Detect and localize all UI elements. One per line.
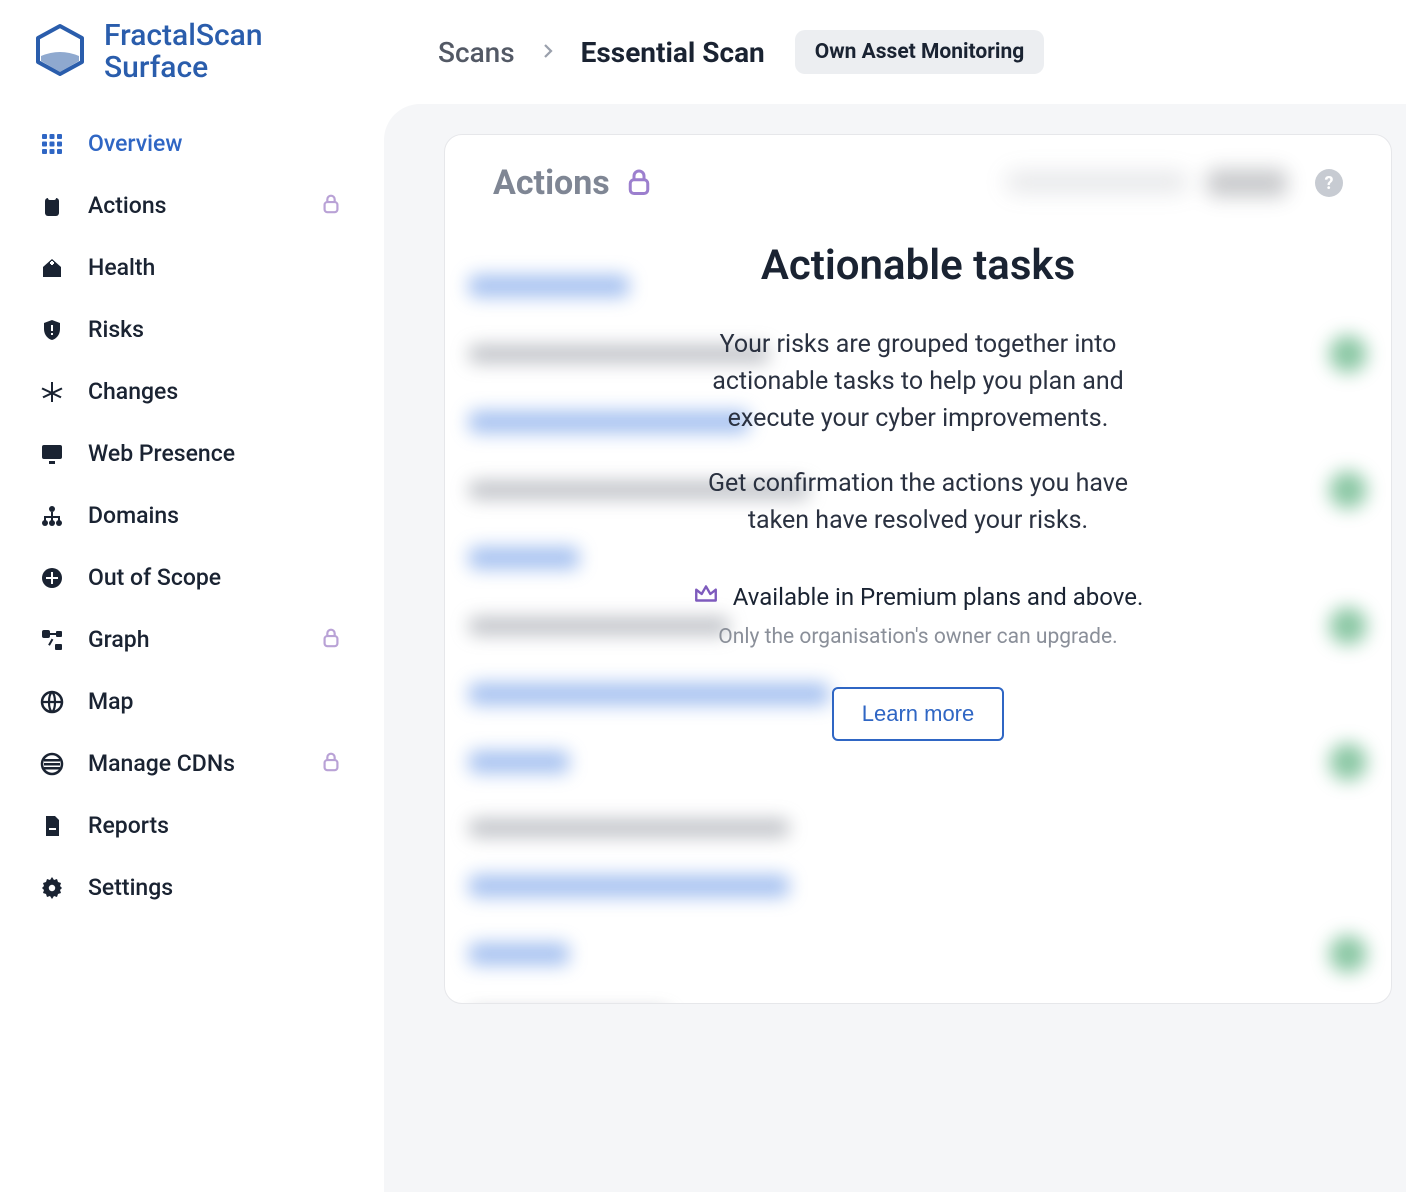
brand-logo[interactable]: FractalScan Surface bbox=[28, 20, 366, 113]
gear-icon bbox=[38, 874, 66, 902]
sidebar-nav: Overview Actions Health Risks Changes bbox=[28, 113, 366, 919]
sidebar-item-manage-cdns[interactable]: Manage CDNs bbox=[28, 733, 366, 795]
actions-card: Actions ? bbox=[444, 134, 1392, 1004]
sidebar-item-actions[interactable]: Actions bbox=[28, 175, 366, 237]
owner-upgrade-note: Only the organisation's owner can upgrad… bbox=[718, 625, 1117, 649]
header: Scans Essential Scan Own Asset Monitorin… bbox=[384, 0, 1406, 104]
asterisk-icon bbox=[38, 378, 66, 406]
main-area: Scans Essential Scan Own Asset Monitorin… bbox=[384, 104, 1406, 1192]
sidebar-item-label: Overview bbox=[88, 130, 182, 157]
sidebar-item-domains[interactable]: Domains bbox=[28, 485, 366, 547]
sidebar-item-label: Risks bbox=[88, 316, 144, 343]
graph-nodes-icon bbox=[38, 626, 66, 654]
sidebar-item-graph[interactable]: Graph bbox=[28, 609, 366, 671]
overlay-title: Actionable tasks bbox=[761, 241, 1075, 290]
sidebar-item-label: Actions bbox=[88, 192, 166, 219]
premium-availability: Available in Premium plans and above. bbox=[693, 581, 1144, 613]
sidebar-item-out-of-scope[interactable]: Out of Scope bbox=[28, 547, 366, 609]
sidebar-item-label: Changes bbox=[88, 378, 178, 405]
upsell-overlay: Actionable tasks Your risks are grouped … bbox=[445, 135, 1391, 1003]
sidebar-item-health[interactable]: Health bbox=[28, 237, 366, 299]
sidebar-item-map[interactable]: Map bbox=[28, 671, 366, 733]
sitemap-icon bbox=[38, 502, 66, 530]
file-icon bbox=[38, 812, 66, 840]
monitor-icon bbox=[38, 440, 66, 468]
scan-type-badge: Own Asset Monitoring bbox=[795, 30, 1045, 74]
plus-circle-icon bbox=[38, 564, 66, 592]
sidebar-item-label: Reports bbox=[88, 812, 169, 839]
brand-name: FractalScan Surface bbox=[104, 20, 263, 85]
hexagon-logo-icon bbox=[32, 22, 88, 82]
sidebar-item-web-presence[interactable]: Web Presence bbox=[28, 423, 366, 485]
sidebar-item-label: Manage CDNs bbox=[88, 750, 235, 777]
globe-bars-icon bbox=[38, 750, 66, 778]
overlay-paragraph: Get confirmation the actions you have ta… bbox=[678, 465, 1158, 539]
sidebar-item-label: Map bbox=[88, 688, 133, 715]
premium-text: Available in Premium plans and above. bbox=[733, 583, 1144, 611]
sidebar-item-risks[interactable]: Risks bbox=[28, 299, 366, 361]
sidebar-item-label: Health bbox=[88, 254, 155, 281]
learn-more-button[interactable]: Learn more bbox=[832, 687, 1005, 741]
sidebar: FractalScan Surface Overview Actions Hea… bbox=[0, 0, 384, 1192]
lock-icon bbox=[624, 166, 654, 200]
lock-icon bbox=[320, 626, 366, 654]
sidebar-item-reports[interactable]: Reports bbox=[28, 795, 366, 857]
grid-icon bbox=[38, 130, 66, 158]
sidebar-item-label: Graph bbox=[88, 626, 150, 653]
lock-icon bbox=[320, 192, 366, 220]
sidebar-item-label: Domains bbox=[88, 502, 179, 529]
sidebar-item-label: Settings bbox=[88, 874, 173, 901]
lock-icon bbox=[320, 750, 366, 778]
chevron-right-icon bbox=[539, 37, 557, 67]
help-icon[interactable]: ? bbox=[1315, 169, 1343, 197]
globe-icon bbox=[38, 688, 66, 716]
sidebar-item-label: Web Presence bbox=[88, 440, 235, 467]
breadcrumb-root[interactable]: Scans bbox=[438, 36, 515, 69]
card-title: Actions bbox=[493, 163, 610, 203]
clipboard-icon bbox=[38, 192, 66, 220]
sidebar-item-overview[interactable]: Overview bbox=[28, 113, 366, 175]
sidebar-item-label: Out of Scope bbox=[88, 564, 221, 591]
overlay-paragraph: Your risks are grouped together into act… bbox=[678, 326, 1158, 437]
sidebar-item-changes[interactable]: Changes bbox=[28, 361, 366, 423]
shield-alert-icon bbox=[38, 316, 66, 344]
crown-icon bbox=[693, 581, 719, 613]
breadcrumb-current: Essential Scan bbox=[581, 36, 765, 69]
house-plus-icon bbox=[38, 254, 66, 282]
sidebar-item-settings[interactable]: Settings bbox=[28, 857, 366, 919]
